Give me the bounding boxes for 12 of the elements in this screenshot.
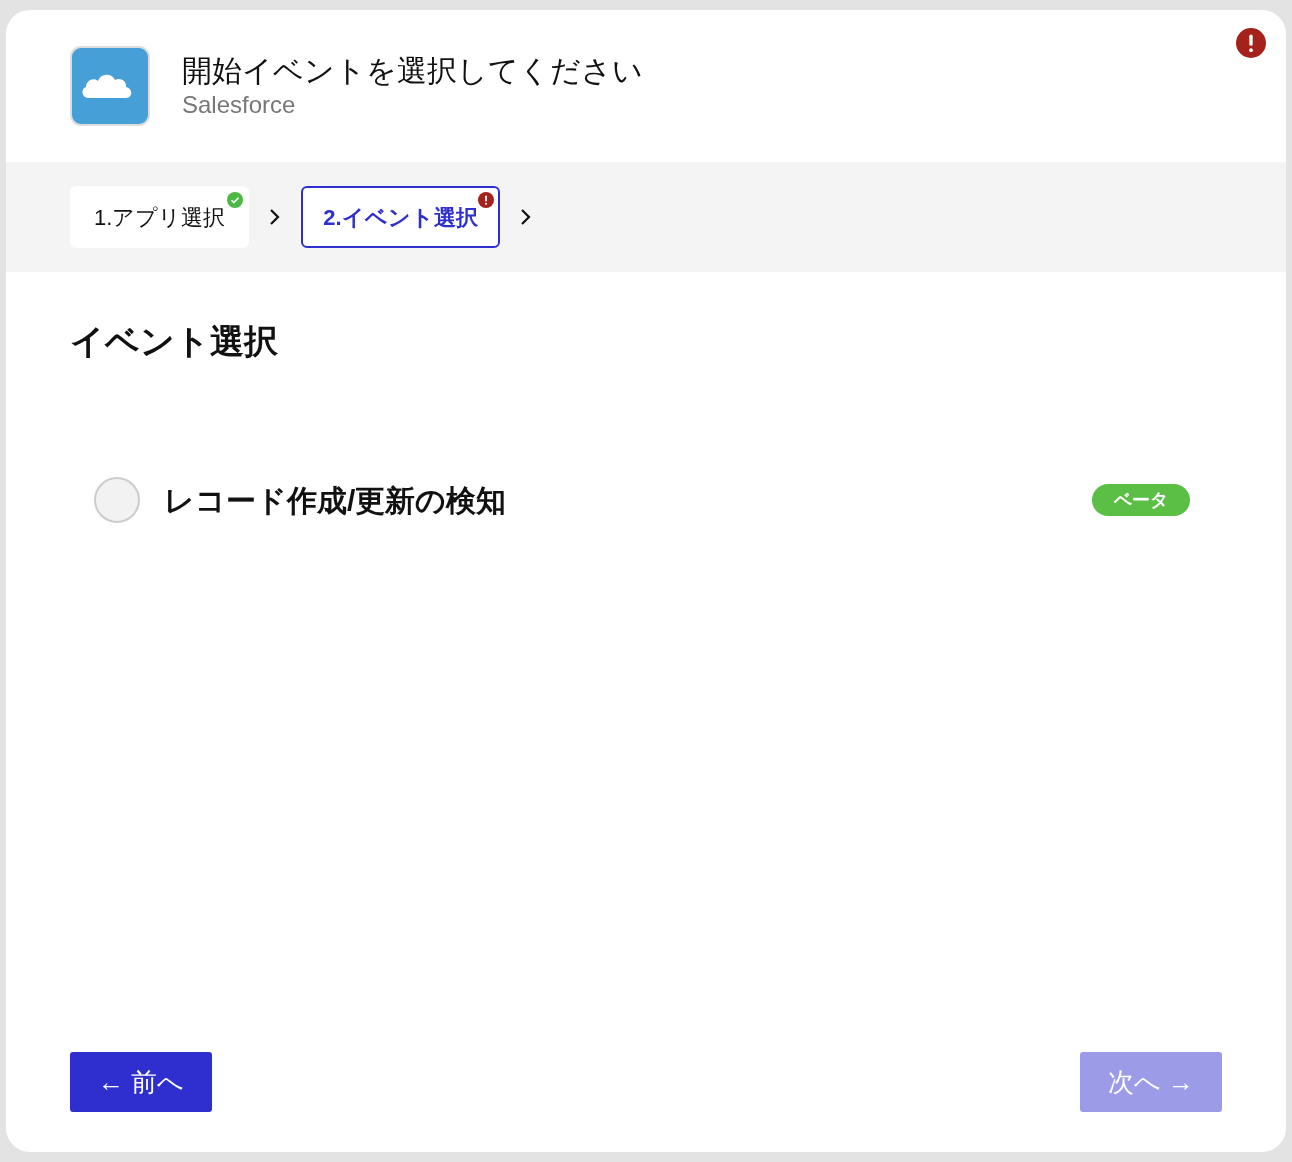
chevron-right-icon (519, 208, 532, 226)
dialog-title: 開始イベントを選択してください (182, 53, 643, 89)
section-title: イベント選択 (70, 322, 278, 360)
beta-badge: ベータ (1092, 484, 1190, 516)
radio-button[interactable] (94, 477, 140, 523)
step-tab[interactable]: 2.イベント選択 (301, 186, 500, 248)
step-tab[interactable]: 1.アプリ選択 (70, 186, 250, 248)
event-label: レコード作成/更新の検知 (164, 482, 507, 519)
app-name: Salesforce (182, 90, 297, 120)
cloud-logo-icon (70, 46, 150, 126)
back-button[interactable]: ← 前へ (70, 1052, 213, 1112)
chevron-right-icon (269, 208, 282, 226)
